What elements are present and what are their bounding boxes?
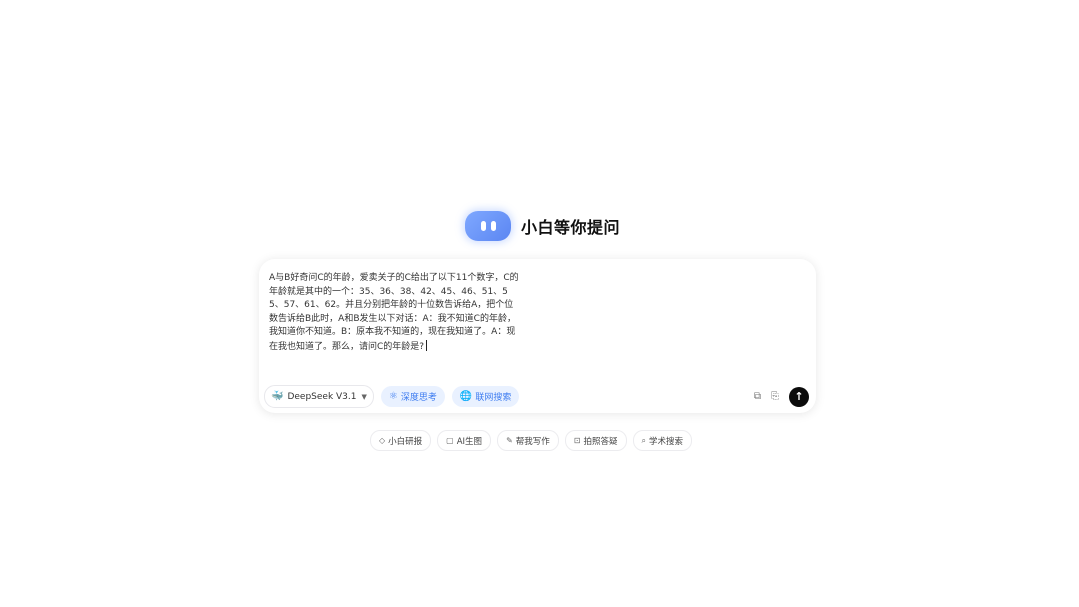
hero-title: 小白等你提问 (521, 218, 621, 237)
atom-icon: ⚛ (388, 391, 398, 402)
quick-action-academic-search[interactable]: ⌕ 学术搜索 (632, 430, 692, 451)
page: 小白等你提问 A与B好奇问C的年龄，爱卖关子的C给出了以下11个数字，C的年龄就… (0, 0, 1079, 607)
quick-action-label: 小白研报 (388, 436, 423, 447)
hero: 小白等你提问 (465, 211, 620, 241)
quick-action-ai-image[interactable]: ▢ AI生图 (437, 430, 492, 451)
model-label: DeepSeek V3.1 (287, 391, 357, 402)
edit-icon: ✎ (506, 436, 513, 445)
deep-think-toggle[interactable]: ⚛ 深度思考 (380, 386, 445, 407)
quick-actions: ◇ 小白研报 ▢ AI生图 ✎ 帮我写作 ⊡ 拍照答疑 ⌕ 学术搜索 (370, 430, 692, 451)
globe-icon: 🌐 (459, 391, 473, 402)
image-icon: ▢ (446, 436, 454, 445)
quick-action-research-report[interactable]: ◇ 小白研报 (370, 430, 432, 451)
logo-eye-right (490, 221, 496, 231)
quick-action-label: 拍照答疑 (583, 436, 618, 447)
quick-action-label: 帮我写作 (515, 436, 550, 447)
arrow-up-icon: ↑ (794, 390, 804, 403)
send-button[interactable]: ↑ (789, 386, 809, 407)
prompt-text: A与B好奇问C的年龄，爱卖关子的C给出了以下11个数字，C的年龄就是其中的一个：… (269, 273, 519, 352)
book-search-icon: ⌕ (641, 435, 646, 445)
logo-icon (465, 211, 511, 241)
quick-action-label: AI生图 (456, 436, 483, 447)
quick-action-photo-qa[interactable]: ⊡ 拍照答疑 (564, 430, 627, 451)
quick-action-label: 学术搜索 (648, 436, 683, 447)
chat-input-card: A与B好奇问C的年龄，爱卖关子的C给出了以下11个数字，C的年龄就是其中的一个：… (259, 259, 816, 413)
graduation-cap-icon: ◇ (379, 436, 386, 445)
camera-icon: ⊡ (573, 436, 581, 445)
prompt-textarea[interactable]: A与B好奇问C的年龄，爱卖关子的C给出了以下11个数字，C的年龄就是其中的一个：… (269, 272, 521, 355)
web-search-label: 联网搜索 (475, 393, 512, 403)
text-cursor (426, 339, 428, 351)
input-toolbar: 🐳 DeepSeek V3.1 ▼ ⚛ 深度思考 🌐 联网搜索 ⧉ ⎘ ↑ (264, 385, 809, 408)
whale-icon: 🐳 (271, 391, 284, 402)
model-selector[interactable]: 🐳 DeepSeek V3.1 ▼ (264, 385, 374, 408)
deep-think-label: 深度思考 (400, 393, 437, 403)
logo-eye-left (480, 221, 486, 231)
web-search-toggle[interactable]: 🌐 联网搜索 (451, 386, 520, 407)
quick-action-writing[interactable]: ✎ 帮我写作 (497, 430, 559, 451)
upload-file-icon[interactable]: ⎘ (771, 391, 779, 402)
chevron-down-icon: ▼ (361, 392, 367, 401)
attachment-icon[interactable]: ⧉ (754, 391, 761, 402)
